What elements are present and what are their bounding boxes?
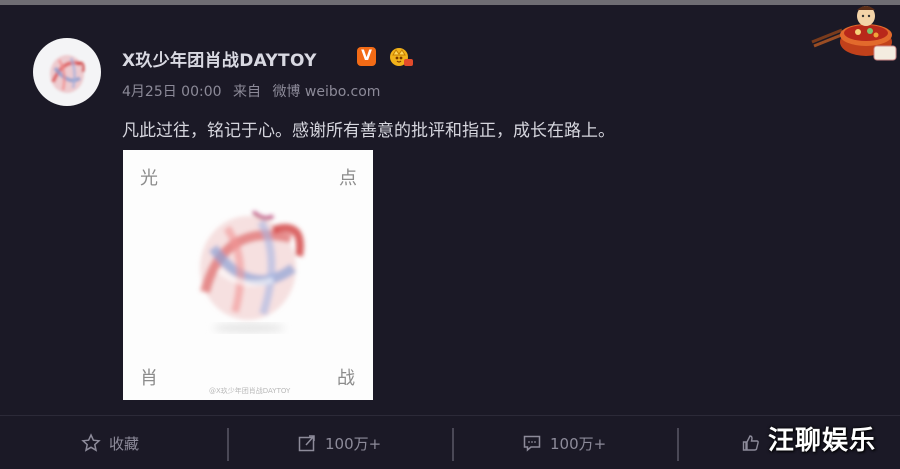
watermark-brand: 汪聊娱乐: [768, 426, 877, 456]
post-date[interactable]: 4月25日 00:00: [122, 84, 222, 100]
username-link[interactable]: X玖少年团肖战DAYTOY: [122, 46, 317, 71]
action-separator: [677, 428, 679, 461]
post-text: 凡此过往，铭记于心。感谢所有善意的批评和指正，成长在路上。: [122, 121, 615, 141]
action-bar-divider: [0, 415, 900, 416]
post-meta: 4月25日 00:00 来自 微博 weibo.com: [122, 81, 387, 101]
source-prefix: 来自: [232, 84, 261, 100]
favorite-button[interactable]: 收藏: [81, 428, 139, 458]
comment-button[interactable]: 100万+: [522, 428, 606, 458]
poster-watermark: @X玖少年团肖战DAYTOY: [209, 387, 291, 395]
favorite-label: 收藏: [109, 434, 140, 453]
action-separator: [452, 428, 454, 461]
repost-button[interactable]: 100万+: [297, 428, 381, 458]
comment-count: 100万+: [550, 434, 607, 453]
verified-badge-icon: V: [357, 47, 376, 66]
star-icon: [81, 433, 101, 452]
vip-crown-icon: [387, 44, 414, 68]
action-separator: [227, 428, 229, 461]
hotpot-sticker-icon: [808, 2, 900, 67]
comment-icon: [523, 435, 541, 452]
repost-count: 100万+: [325, 434, 382, 453]
like-button[interactable]: [741, 428, 769, 458]
avatar[interactable]: [33, 38, 101, 106]
like-icon: [742, 435, 759, 451]
share-icon: [298, 435, 315, 452]
post-source[interactable]: 微博 weibo.com: [272, 84, 380, 100]
post-image[interactable]: 光 点 肖 战 @X玖少年团肖战DAYTOY: [123, 150, 373, 400]
brushstroke-heart-artwork: [200, 210, 304, 333]
